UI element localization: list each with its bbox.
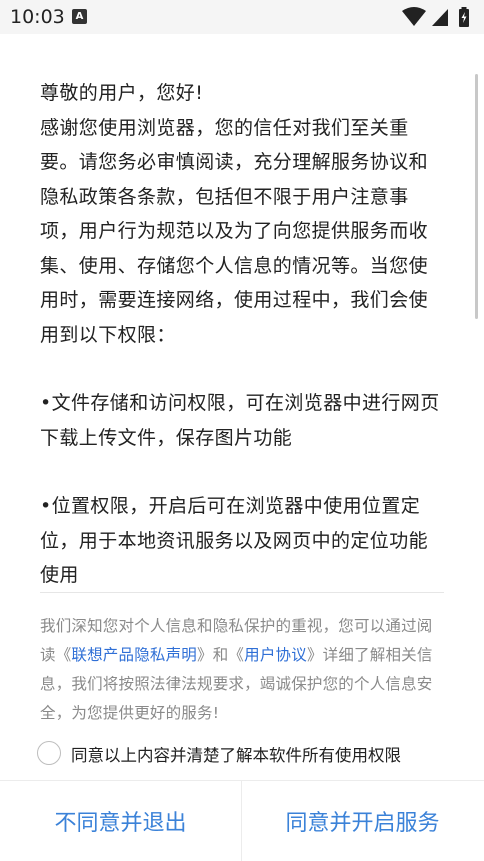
privacy-dialog: 尊敬的用户，您好! 感谢您使用浏览器，您的信任对我们至关重要。请您务必审慎阅读，… <box>0 34 484 861</box>
divider <box>40 592 444 593</box>
privacy-notice: 我们深知您对个人信息和隐私保护的重视，您可以通过阅读《联想产品隐私声明》和《用户… <box>40 612 444 728</box>
greeting-text: 尊敬的用户，您好! <box>40 82 204 104</box>
status-time: 10:03 <box>10 6 65 28</box>
battery-charging-icon <box>459 7 469 27</box>
intro-text: 感谢您使用浏览器，您的信任对我们至关重要。请您务必审慎阅读，充分理解服务协议和隐… <box>40 116 429 346</box>
permission-location: •位置权限，开启后可在浏览器中使用位置定位，用于本地资讯服务以及网页中的定位功能… <box>40 495 429 586</box>
agree-start-button[interactable]: 同意并开启服务 <box>242 781 483 861</box>
agree-checkbox-row[interactable]: 同意以上内容并清楚了解本软件所有使用权限 <box>37 740 457 768</box>
scrollbar[interactable] <box>475 74 478 319</box>
dialog-content: 尊敬的用户，您好! 感谢您使用浏览器，您的信任对我们至关重要。请您务必审慎阅读，… <box>40 76 440 593</box>
dialog-button-bar: 不同意并退出 同意并开启服务 <box>0 780 484 861</box>
notification-app-icon: A <box>72 9 87 24</box>
signal-icon <box>432 9 448 26</box>
agree-checkbox-label[interactable]: 同意以上内容并清楚了解本软件所有使用权限 <box>71 742 401 766</box>
privacy-statement-link[interactable]: 联想产品隐私声明 <box>71 646 197 664</box>
disagree-exit-button[interactable]: 不同意并退出 <box>0 781 241 861</box>
notice-text-2: 》和《 <box>197 646 245 664</box>
wifi-icon <box>402 7 426 26</box>
system-icons <box>402 7 476 27</box>
user-agreement-link[interactable]: 用户协议 <box>244 646 307 664</box>
agree-checkbox[interactable] <box>37 741 61 765</box>
permission-storage: •文件存储和访问权限，可在浏览器中进行网页下载上传文件，保存图片功能 <box>40 392 440 449</box>
status-bar: 10:03 A <box>0 0 484 34</box>
